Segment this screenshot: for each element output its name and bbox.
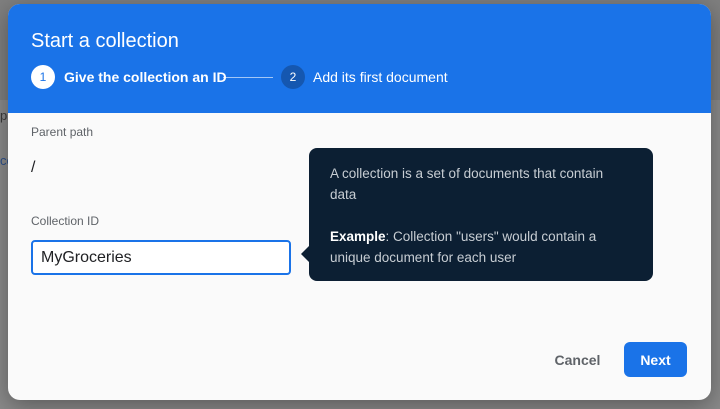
step-connector: [223, 77, 273, 78]
tooltip-example-label: Example: [330, 229, 386, 244]
parent-path-value: /: [31, 159, 36, 176]
tooltip-definition: A collection is a set of documents that …: [330, 166, 604, 202]
dialog-header: Start a collection 1 Give the collection…: [8, 4, 711, 113]
step-1-indicator: 1: [31, 65, 55, 89]
start-collection-dialog: Start a collection 1 Give the collection…: [8, 4, 711, 400]
collection-id-label: Collection ID: [31, 214, 100, 228]
collection-id-input[interactable]: [31, 240, 291, 275]
step-1-label: Give the collection an ID: [64, 69, 227, 85]
cancel-button[interactable]: Cancel: [540, 342, 615, 377]
step-2-indicator: 2: [281, 65, 305, 89]
parent-path-label: Parent path: [31, 125, 94, 139]
dialog-title: Start a collection: [31, 30, 179, 52]
next-button[interactable]: Next: [624, 342, 687, 377]
tooltip-arrow: [301, 246, 309, 262]
step-2-label: Add its first document: [313, 69, 448, 85]
collection-help-tooltip: A collection is a set of documents that …: [301, 148, 653, 281]
tooltip-example: Example: Collection "users" would contai…: [330, 226, 631, 268]
background-text-fragment: p: [0, 108, 8, 123]
